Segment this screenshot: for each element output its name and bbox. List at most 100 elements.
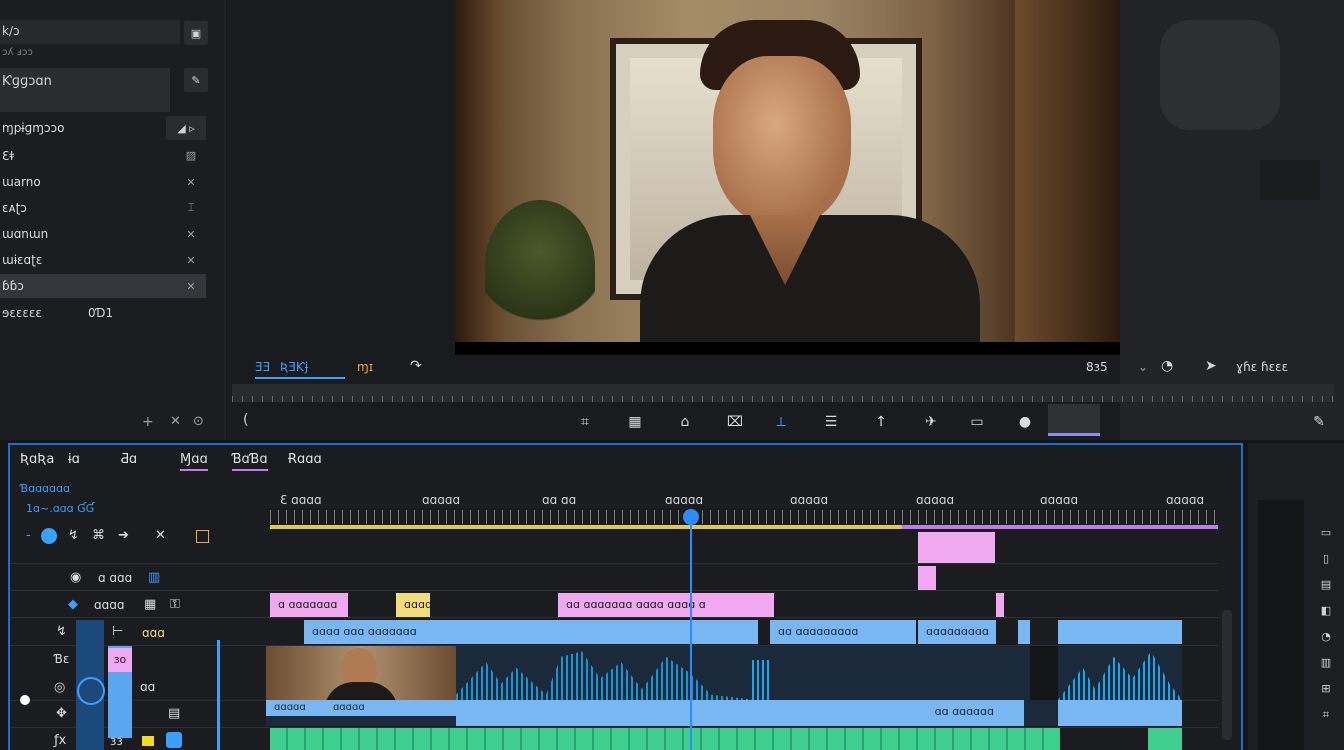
bottom-label: ɘɛɛɛɛɛ (2, 306, 42, 320)
undo-icon[interactable]: ↷ (410, 358, 422, 374)
eye-icon[interactable]: ◉ (70, 570, 81, 585)
keyframe-dot[interactable] (20, 695, 30, 705)
delete-icon[interactable]: ✕ (170, 414, 181, 429)
toggle-icon[interactable] (166, 732, 182, 748)
video-clip[interactable] (1018, 620, 1030, 644)
overlay-clip[interactable] (918, 532, 995, 563)
video-preview[interactable] (455, 0, 1120, 355)
screen-icon[interactable]: ▭ (966, 412, 988, 432)
pin-icon[interactable]: ✎ (184, 68, 208, 92)
grid-icon[interactable]: ▥ (148, 570, 160, 585)
keyframe-icon[interactable]: ✕ (184, 254, 198, 267)
viewer-tab-1[interactable]: ƎƎ (255, 360, 270, 374)
send-icon[interactable]: ➤ (1205, 358, 1217, 374)
track-header-label: ɑɑɑɑ (94, 598, 125, 612)
viewer-tab-2[interactable]: ƦƎƘɉ (280, 360, 308, 374)
keyframe-icon[interactable]: ✕ (184, 228, 198, 241)
music-clip[interactable] (270, 728, 1060, 750)
grid-icon[interactable]: ▦ (624, 412, 646, 432)
video-thumbnail[interactable] (266, 646, 456, 700)
title-clip[interactable]: ɑ ɑɑɑɑɑɑɑ (270, 593, 348, 617)
grid-icon[interactable]: ▤ (168, 706, 180, 721)
list-item[interactable]: Ɛꬸ ▨ (0, 143, 206, 167)
mask-icon[interactable]: ⌂ (674, 412, 696, 432)
marker-clip[interactable] (996, 593, 1004, 617)
keyframe-icon[interactable]: ✕ (184, 176, 198, 189)
keyframe-icon[interactable]: ▨ (184, 149, 198, 162)
active-tool[interactable] (1048, 404, 1100, 436)
crop-icon[interactable]: ⌗ (574, 412, 596, 432)
keyframe-icon[interactable]: ⌶ (184, 201, 198, 215)
add-icon[interactable]: + (142, 414, 154, 430)
list-item-label: ɯɑnɯn (2, 227, 49, 241)
export-label[interactable]: ɣɦɛ ɦɛɛɛ (1236, 360, 1288, 374)
tab-2[interactable]: ɨɑ (68, 452, 80, 467)
solo-badge[interactable]: ɜo (108, 648, 132, 672)
side-icons[interactable]: ▭ ▯ ▤ ◧ ◔ ▥ ⊞ ⌗ (1312, 520, 1340, 728)
video-clip[interactable]: ɑɑɑɑɑɑɑɑɑ (918, 620, 996, 644)
audio-clip[interactable]: ɑɑ ɑɑɑɑɑɑ (456, 700, 1024, 726)
tab-6[interactable]: Ɍɑɑɑ (288, 452, 322, 467)
trash-icon[interactable]: ⌧ (724, 412, 746, 432)
timeline-ruler[interactable] (270, 510, 1218, 524)
viewer-tab-3[interactable]: ɱɪ (357, 360, 373, 374)
cut-icon[interactable]: ✕ (155, 528, 166, 543)
target-icon[interactable]: ◎ (54, 680, 65, 695)
color-tag-icon[interactable] (142, 736, 154, 746)
bird-icon[interactable]: ✈ (920, 412, 942, 432)
audio-clip[interactable] (1058, 700, 1182, 726)
list-item[interactable]: ɯarno ✕ (0, 170, 206, 194)
video-clip[interactable] (1058, 620, 1182, 644)
minus-icon[interactable]: - (26, 528, 31, 543)
playhead-handle[interactable] (77, 677, 105, 705)
playhead-knob[interactable] (683, 509, 699, 525)
pin-drop-icon[interactable]: ● (1014, 412, 1036, 432)
dropdown-icon[interactable]: ⌄ (1138, 360, 1148, 374)
list-item-selected[interactable]: ɓɓɔ ✕ (0, 274, 206, 298)
title-clip[interactable]: ɑɑ ɑɑɑɑɑɑɑ ɑɑɑɑ ɑɑɑɑ ɑ (558, 593, 774, 617)
timeline-scrollbar[interactable] (1222, 610, 1232, 740)
tab-3[interactable]: Ƌɑ (120, 452, 137, 467)
link-icon[interactable]: ⌘ (92, 528, 105, 543)
split-icon[interactable]: ⟂ (770, 412, 792, 432)
fx-icon[interactable]: ƒx (54, 733, 66, 748)
snap-icon[interactable]: ↯ (68, 528, 79, 543)
zoom-value[interactable]: 8ɜ5 (1086, 360, 1108, 374)
arrow-icon[interactable]: ↑ (870, 412, 892, 432)
keyframe-icon[interactable]: ✕ (184, 280, 198, 293)
mute-icon[interactable]: ⊢ (112, 624, 123, 639)
track-divider[interactable] (217, 640, 220, 750)
sync-icon[interactable]: ↯ (56, 624, 67, 639)
marker-clip[interactable] (918, 566, 936, 590)
transition-icon[interactable]: ☰ (820, 412, 842, 432)
forward-icon[interactable]: ➔ (118, 528, 129, 543)
clip-label-bar[interactable]: ɑɑɑɑɑ ɑɑɑɑɑ (266, 700, 456, 716)
video-clip[interactable]: ɑɑ ɑɑɑɑɑɑɑɑɑ (770, 620, 916, 644)
viewer-ruler[interactable] (232, 384, 1334, 402)
playhead-line[interactable] (690, 516, 692, 750)
section-toggle-icon[interactable]: ◢ ▹ (166, 116, 206, 140)
audio-meter (1258, 500, 1304, 750)
tab-4[interactable]: Ɱɑɑ (180, 452, 208, 471)
settings-icon[interactable]: ⊙ (193, 414, 204, 429)
work-area-bar-end[interactable] (902, 525, 1218, 529)
work-area-bar[interactable] (270, 525, 902, 529)
list-item[interactable]: ɯɑnɯn ✕ (0, 222, 206, 246)
list-item[interactable]: ɛᴀʈɔ ⌶ (0, 196, 206, 220)
clip-label-1: ɑɑɑɑɑ (274, 702, 306, 713)
move-icon[interactable]: ✥ (56, 706, 67, 721)
audio-icon[interactable]: ◆ (68, 597, 78, 612)
lock-icon[interactable]: ▣ (184, 21, 208, 45)
text-clip[interactable]: ɑɑɑɑ (396, 593, 430, 617)
refresh-icon[interactable]: ◔ (1161, 358, 1173, 374)
tab-1[interactable]: ƦɑƦa (20, 452, 54, 467)
grid-icon[interactable]: ▦ (144, 597, 156, 612)
list-item[interactable]: ɯɨɛɑʈɛ ✕ (0, 248, 206, 272)
tab-5[interactable]: ƁɑƁɑ (232, 452, 268, 471)
music-clip[interactable] (1148, 728, 1182, 750)
record-icon[interactable] (41, 528, 57, 544)
bracket-icon[interactable]: ( (243, 412, 248, 428)
marker-icon[interactable] (196, 530, 209, 543)
lock-icon[interactable]: ⚿ (170, 597, 180, 612)
pen-icon[interactable]: ✎ (1308, 412, 1330, 432)
